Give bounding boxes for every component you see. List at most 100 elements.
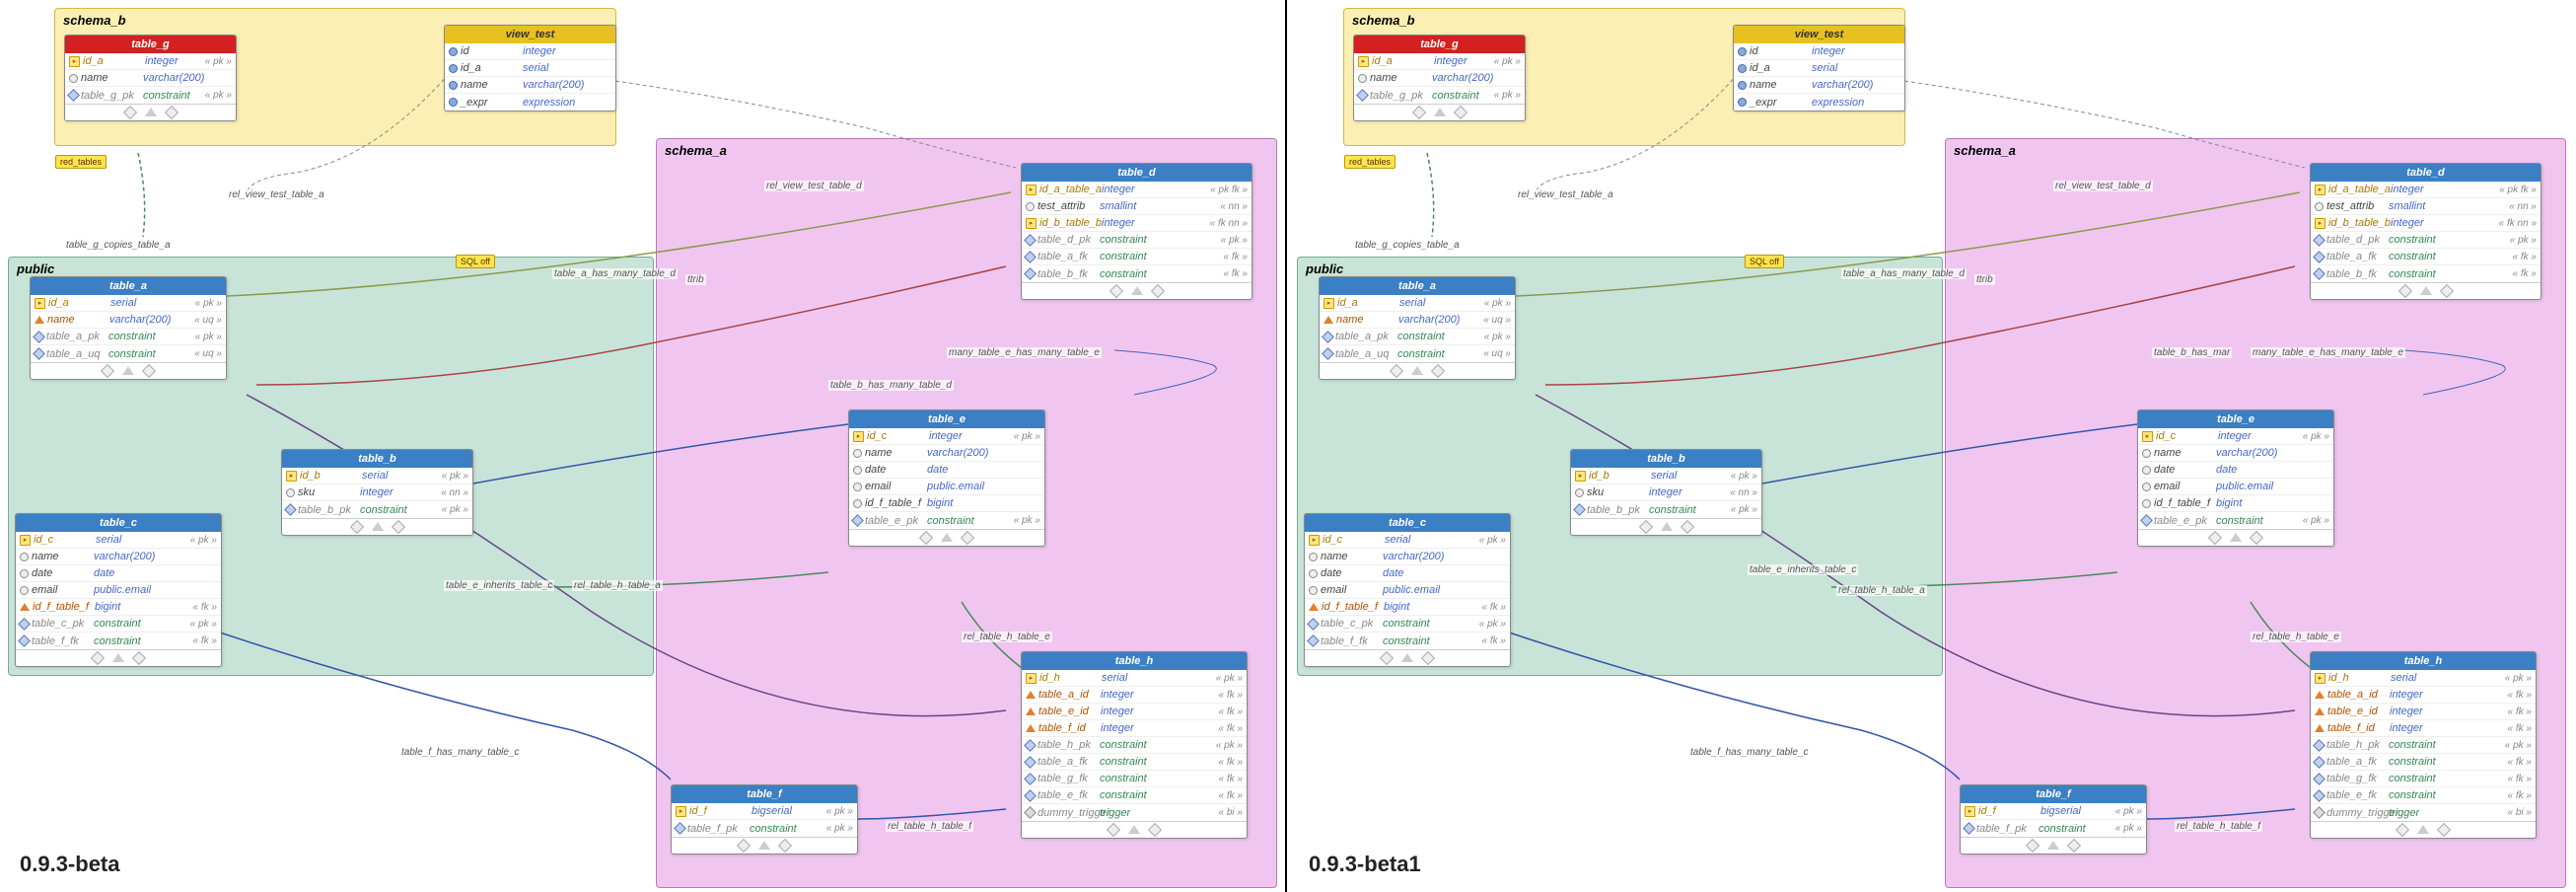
- badge-sql-off-r[interactable]: SQL off: [1745, 255, 1784, 268]
- table-column[interactable]: table_f_fkconstraint« fk »: [1305, 632, 1510, 649]
- table-column[interactable]: table_b_fkconstraint« fk »: [2311, 265, 2540, 282]
- table-column[interactable]: id_bserial« pk »: [1571, 468, 1761, 484]
- table-column[interactable]: test_attribsmallint« nn »: [1022, 198, 1252, 215]
- table-column[interactable]: table_b_pkconstraint« pk »: [282, 501, 472, 518]
- view-test-r[interactable]: view_test idintegerid_aserialnamevarchar…: [1733, 25, 1905, 112]
- table-e-r[interactable]: table_e id_cinteger« pk »namevarchar(200…: [2137, 409, 2334, 547]
- table-column[interactable]: table_f_idinteger« fk »: [2311, 720, 2536, 737]
- table-column[interactable]: namevarchar(200): [2138, 445, 2333, 462]
- table-column[interactable]: id_fbigserial« pk »: [1961, 803, 2146, 820]
- table-column[interactable]: table_e_idinteger« fk »: [1022, 704, 1247, 720]
- table-column[interactable]: skuinteger« nn »: [1571, 484, 1761, 501]
- table-column[interactable]: table_a_fkconstraint« fk »: [1022, 249, 1252, 265]
- table-d-r[interactable]: table_d id_a_table_ainteger« pk fk »test…: [2310, 163, 2541, 300]
- table-column[interactable]: table_d_pkconstraint« pk »: [1022, 232, 1252, 249]
- table-column[interactable]: id_f_table_fbigint« fk »: [16, 599, 221, 616]
- table-column[interactable]: id_aserial: [445, 60, 615, 77]
- table-column[interactable]: namevarchar(200): [16, 549, 221, 565]
- table-c-r[interactable]: table_c id_cserial« pk »namevarchar(200)…: [1304, 513, 1511, 667]
- table-column[interactable]: id_bserial« pk »: [282, 468, 472, 484]
- table-column[interactable]: id_a_table_ainteger« pk fk »: [2311, 182, 2540, 198]
- table-b-r[interactable]: table_b id_bserial« pk »skuinteger« nn »…: [1570, 449, 1762, 536]
- badge-sql-off[interactable]: SQL off: [456, 255, 495, 268]
- table-column[interactable]: id_aserial: [1734, 60, 1904, 77]
- table-column[interactable]: table_c_pkconstraint« pk »: [16, 616, 221, 632]
- table-column[interactable]: namevarchar(200): [445, 77, 615, 94]
- table-column[interactable]: table_f_pkconstraint« pk »: [672, 820, 857, 837]
- table-column[interactable]: datedate: [1305, 565, 1510, 582]
- table-column[interactable]: id_cserial« pk »: [1305, 532, 1510, 549]
- table-column[interactable]: id_aserial« pk »: [31, 295, 226, 312]
- table-column[interactable]: table_e_idinteger« fk »: [2311, 704, 2536, 720]
- table-column[interactable]: dummy_triggertrigger« bi »: [1022, 804, 1247, 821]
- table-column[interactable]: namevarchar(200): [1354, 70, 1525, 87]
- table-g-r[interactable]: table_g id_ainteger« pk »namevarchar(200…: [1353, 35, 1526, 121]
- table-column[interactable]: table_h_pkconstraint« pk »: [1022, 737, 1247, 754]
- table-column[interactable]: table_e_pkconstraint« pk »: [849, 512, 1044, 529]
- table-column[interactable]: test_attribsmallint« nn »: [2311, 198, 2540, 215]
- table-column[interactable]: id_hserial« pk »: [2311, 670, 2536, 687]
- table-column[interactable]: id_cinteger« pk »: [849, 428, 1044, 445]
- table-column[interactable]: emailpublic.email: [16, 582, 221, 599]
- badge-red-tables[interactable]: red_tables: [55, 155, 107, 169]
- table-column[interactable]: table_f_pkconstraint« pk »: [1961, 820, 2146, 837]
- table-h-r[interactable]: table_h id_hserial« pk »table_a_idintege…: [2310, 651, 2537, 839]
- table-column[interactable]: emailpublic.email: [2138, 479, 2333, 495]
- table-column[interactable]: table_h_pkconstraint« pk »: [2311, 737, 2536, 754]
- table-column[interactable]: table_d_pkconstraint« pk »: [2311, 232, 2540, 249]
- table-column[interactable]: emailpublic.email: [1305, 582, 1510, 599]
- table-column[interactable]: id_f_table_fbigint« fk »: [1305, 599, 1510, 616]
- table-column[interactable]: id_hserial« pk »: [1022, 670, 1247, 687]
- table-column[interactable]: id_b_table_binteger« fk nn »: [2311, 215, 2540, 232]
- table-column[interactable]: idinteger: [445, 43, 615, 60]
- table-f-r[interactable]: table_f id_fbigserial« pk »table_f_pkcon…: [1960, 784, 2147, 855]
- table-column[interactable]: table_b_fkconstraint« fk »: [1022, 265, 1252, 282]
- table-a-r[interactable]: table_a id_aserial« pk »namevarchar(200)…: [1319, 276, 1516, 380]
- table-column[interactable]: table_a_pkconstraint« pk »: [1320, 329, 1515, 345]
- table-column[interactable]: table_g_pkconstraint« pk »: [1354, 87, 1525, 104]
- table-column[interactable]: table_a_uqconstraint« uq »: [1320, 345, 1515, 362]
- table-column[interactable]: id_fbigserial« pk »: [672, 803, 857, 820]
- table-column[interactable]: table_b_pkconstraint« pk »: [1571, 501, 1761, 518]
- table-column[interactable]: table_a_fkconstraint« fk »: [2311, 249, 2540, 265]
- table-column[interactable]: datedate: [2138, 462, 2333, 479]
- table-column[interactable]: id_b_table_binteger« fk nn »: [1022, 215, 1252, 232]
- view-test[interactable]: view_test idintegerid_aserialnamevarchar…: [444, 25, 616, 112]
- table-column[interactable]: id_cserial« pk »: [16, 532, 221, 549]
- table-h[interactable]: table_h id_hserial« pk »table_a_idintege…: [1021, 651, 1248, 839]
- table-a[interactable]: table_a id_aserial« pk »namevarchar(200)…: [30, 276, 227, 380]
- table-column[interactable]: id_aserial« pk »: [1320, 295, 1515, 312]
- table-column[interactable]: table_g_pkconstraint« pk »: [65, 87, 236, 104]
- table-column[interactable]: table_e_pkconstraint« pk »: [2138, 512, 2333, 529]
- table-f[interactable]: table_f id_fbigserial« pk »table_f_pkcon…: [671, 784, 858, 855]
- table-c[interactable]: table_c id_cserial« pk »namevarchar(200)…: [15, 513, 222, 667]
- table-column[interactable]: table_g_fkconstraint« fk »: [2311, 771, 2536, 787]
- table-b[interactable]: table_b id_bserial« pk »skuinteger« nn »…: [281, 449, 473, 536]
- table-column[interactable]: table_f_idinteger« fk »: [1022, 720, 1247, 737]
- table-column[interactable]: _exprexpression: [1734, 94, 1904, 111]
- table-column[interactable]: namevarchar(200): [849, 445, 1044, 462]
- table-column[interactable]: namevarchar(200)« uq »: [31, 312, 226, 329]
- table-column[interactable]: idinteger: [1734, 43, 1904, 60]
- table-column[interactable]: id_f_table_fbigint: [849, 495, 1044, 512]
- table-column[interactable]: table_f_fkconstraint« fk »: [16, 632, 221, 649]
- table-d[interactable]: table_d id_a_table_ainteger« pk fk »test…: [1021, 163, 1252, 300]
- table-e[interactable]: table_e id_cinteger« pk »namevarchar(200…: [848, 409, 1045, 547]
- table-column[interactable]: table_a_fkconstraint« fk »: [2311, 754, 2536, 771]
- table-column[interactable]: table_e_fkconstraint« fk »: [1022, 787, 1247, 804]
- table-g[interactable]: table_g id_ainteger« pk »namevarchar(200…: [64, 35, 237, 121]
- table-column[interactable]: dummy_triggertrigger« bi »: [2311, 804, 2536, 821]
- table-column[interactable]: table_a_pkconstraint« pk »: [31, 329, 226, 345]
- table-column[interactable]: table_a_idinteger« fk »: [1022, 687, 1247, 704]
- badge-red-tables-r[interactable]: red_tables: [1344, 155, 1395, 169]
- table-column[interactable]: emailpublic.email: [849, 479, 1044, 495]
- table-column[interactable]: namevarchar(200): [1734, 77, 1904, 94]
- table-column[interactable]: table_a_uqconstraint« uq »: [31, 345, 226, 362]
- table-column[interactable]: skuinteger« nn »: [282, 484, 472, 501]
- table-column[interactable]: datedate: [849, 462, 1044, 479]
- table-column[interactable]: table_a_idinteger« fk »: [2311, 687, 2536, 704]
- table-column[interactable]: id_cinteger« pk »: [2138, 428, 2333, 445]
- table-column[interactable]: namevarchar(200): [65, 70, 236, 87]
- table-column[interactable]: id_f_table_fbigint: [2138, 495, 2333, 512]
- table-column[interactable]: table_e_fkconstraint« fk »: [2311, 787, 2536, 804]
